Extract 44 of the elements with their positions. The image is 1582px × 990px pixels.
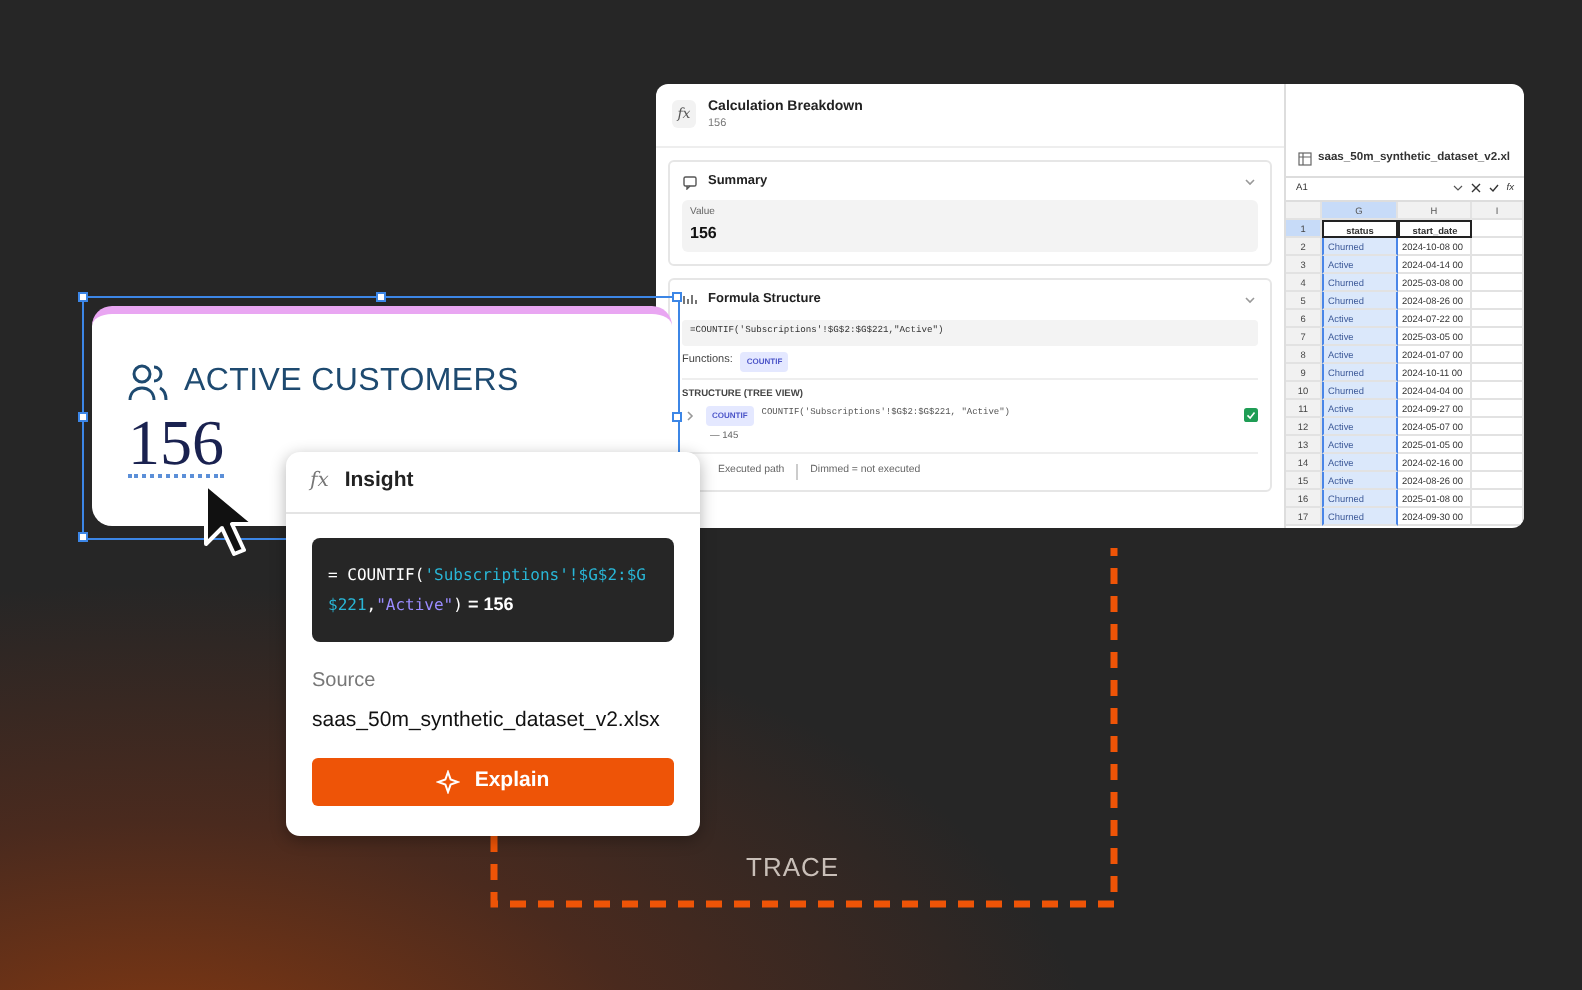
trace-label: TRACE <box>746 850 840 886</box>
spreadsheet-icon <box>1298 151 1312 166</box>
fx-icon: fx <box>310 466 329 497</box>
sparkle-icon <box>436 769 461 793</box>
resize-handle[interactable] <box>78 532 88 542</box>
table-cell <box>1472 219 1524 238</box>
caret-icon[interactable] <box>1452 182 1465 195</box>
table-cell <box>1472 327 1524 346</box>
chart-icon <box>682 291 698 308</box>
kpi-title: ACTIVE CUSTOMERS <box>184 362 519 402</box>
table-cell <box>1472 255 1524 274</box>
table-cell <box>1472 507 1524 526</box>
table-cell <box>1472 489 1524 508</box>
value-text: 156 <box>690 221 719 246</box>
table-cell <box>1472 309 1524 328</box>
table-cell <box>1472 363 1524 382</box>
table-cell <box>1472 453 1524 472</box>
chevron-icon[interactable] <box>1242 173 1258 190</box>
table-cell <box>1472 471 1524 490</box>
chevron-icon[interactable] <box>682 407 698 424</box>
explain-button[interactable]: Explain <box>312 757 674 805</box>
users-icon <box>128 362 168 402</box>
popover-title: Insight <box>344 466 414 496</box>
kpi-value[interactable]: 156 <box>128 410 224 478</box>
table-cell <box>1472 291 1524 310</box>
table-cell <box>1472 399 1524 418</box>
table-cell <box>1472 435 1524 454</box>
resize-handle[interactable] <box>78 292 88 302</box>
source-filename: saas_50m_synthetic_dataset_v2.xlsx <box>310 705 662 736</box>
resize-handle[interactable] <box>78 412 88 422</box>
resize-handle[interactable] <box>672 412 682 422</box>
formula-code: = COUNTIF('Subscriptions'!$G$2:$G$221,"Active") = 156 <box>312 537 674 642</box>
table-cell <box>1472 417 1524 436</box>
table-cell <box>1472 345 1524 364</box>
chevron-icon[interactable] <box>1242 291 1258 308</box>
table-cell <box>1472 273 1524 292</box>
table-cell <box>1472 237 1524 256</box>
resize-handle[interactable] <box>672 292 682 302</box>
check-icon[interactable] <box>1488 182 1501 195</box>
table-cell <box>1472 381 1524 400</box>
close-icon[interactable] <box>1470 182 1483 195</box>
source-label: Source <box>310 667 378 696</box>
comment-icon <box>682 173 698 190</box>
resize-handle[interactable] <box>376 292 386 302</box>
